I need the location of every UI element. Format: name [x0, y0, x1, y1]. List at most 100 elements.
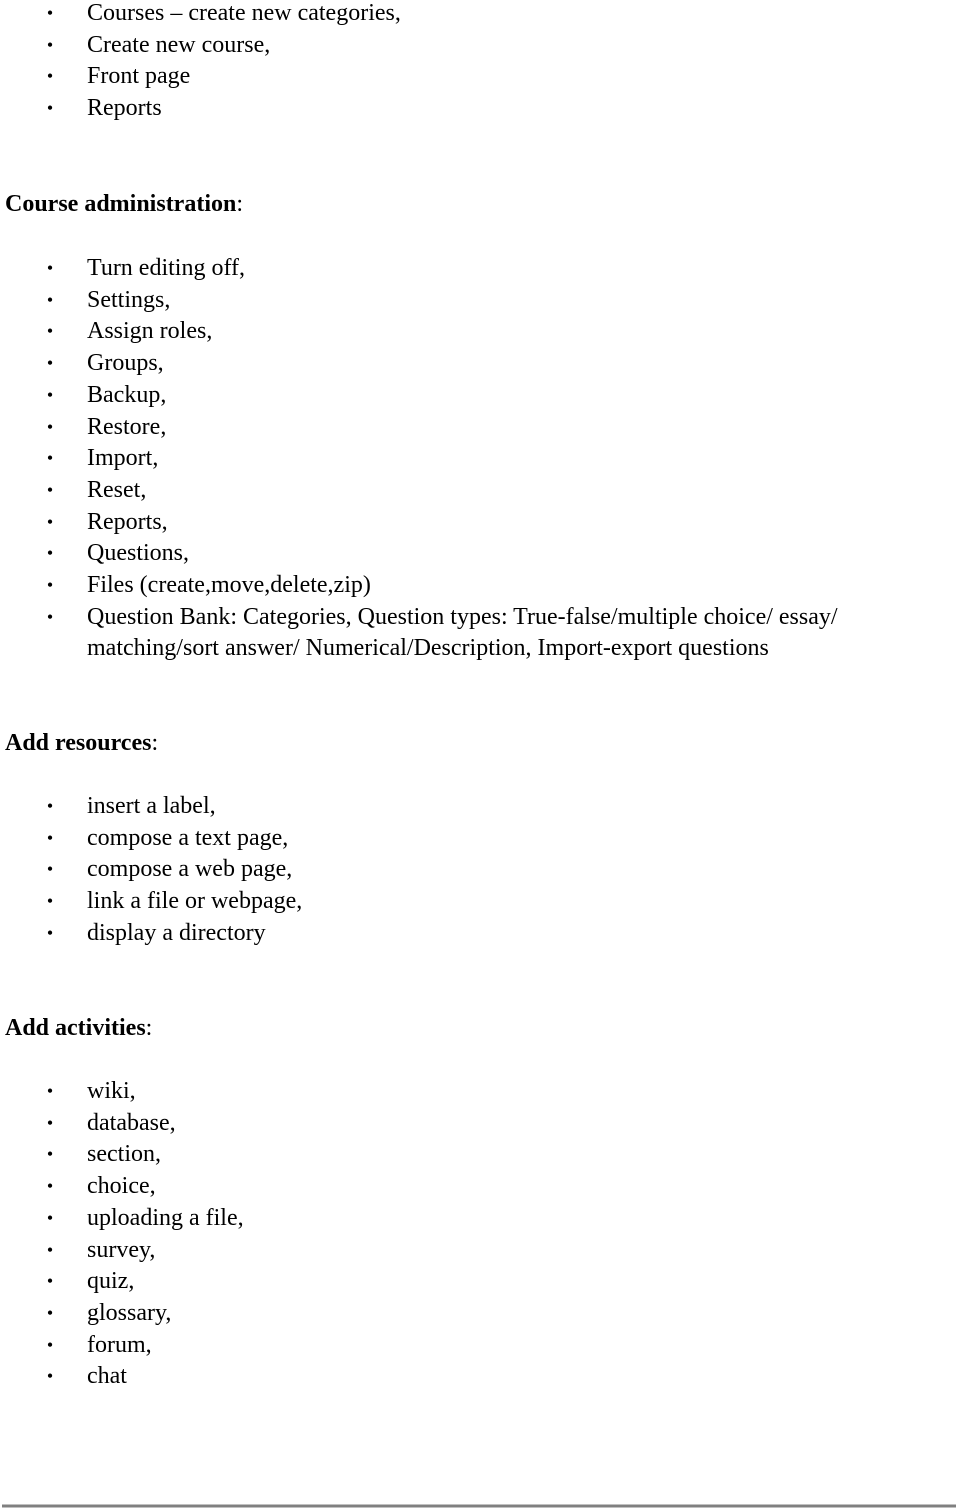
- list-item: • uploading a file,: [0, 1203, 960, 1235]
- list-item-text: Reports,: [87, 508, 168, 535]
- list-item-text: Reset,: [87, 476, 147, 503]
- heading-colon: :: [145, 1015, 153, 1041]
- list-item: • choice,: [0, 1171, 960, 1203]
- list-item-text: Questions,: [87, 540, 189, 567]
- list-item: • survey,: [0, 1235, 960, 1267]
- heading-text: Add activities: [5, 1015, 146, 1041]
- bullet-icon: •: [46, 321, 54, 342]
- bullet-icon: •: [46, 827, 54, 848]
- bullet-icon: •: [46, 66, 54, 87]
- bullet-icon: •: [46, 1366, 54, 1387]
- list-item: • Courses – create new categories,: [0, 0, 960, 30]
- list-item: • Reports: [0, 93, 960, 125]
- list-item-text: Courses – create new categories,: [87, 0, 401, 26]
- list-item-text: Backup,: [87, 381, 167, 408]
- list-item: • insert a label,: [0, 791, 960, 823]
- page-bottom-rule: [2, 1504, 956, 1508]
- list-item: • Settings,: [0, 285, 960, 317]
- list-item-text: quiz,: [87, 1268, 135, 1295]
- list-item: • Reports,: [0, 507, 960, 539]
- list-item-text: chat: [87, 1363, 127, 1390]
- list-item-text: uploading a file,: [87, 1204, 244, 1231]
- bullet-list-course-administration: • Turn editing off, • Settings, • Assign role…: [0, 253, 960, 665]
- bullet-icon: •: [46, 3, 54, 23]
- list-item-text: link a file or webpage,: [87, 888, 303, 915]
- heading-course-administration: Course administration:: [5, 188, 243, 220]
- list-item-text: compose a text page,: [87, 824, 289, 851]
- list-item-text: forum,: [87, 1331, 152, 1358]
- bullet-list-add-resources: • insert a label, • compose a text page, • co…: [0, 791, 960, 950]
- list-item: • database,: [0, 1108, 960, 1140]
- bullet-list-add-activities: • wiki, • database, • section, • choice, • upload…: [0, 1076, 960, 1393]
- bullet-icon: •: [46, 1112, 54, 1133]
- list-item: • Front page: [0, 61, 960, 93]
- list-item-text: Turn editing off,: [87, 255, 246, 281]
- bullet-icon: •: [46, 34, 54, 55]
- list-item-text: survey,: [87, 1236, 156, 1263]
- list-item: • forum,: [0, 1330, 960, 1362]
- list-item-text: wiki,: [87, 1078, 136, 1104]
- bullet-icon: •: [46, 448, 54, 469]
- bullet-icon: •: [46, 289, 54, 310]
- bullet-icon: •: [46, 891, 54, 912]
- bullet-icon: •: [46, 575, 54, 596]
- list-item-text: Reports: [87, 95, 162, 122]
- bullet-icon: •: [46, 1239, 54, 1260]
- list-item-text: section,: [87, 1141, 161, 1168]
- bullet-icon: •: [46, 353, 54, 374]
- list-item: • section,: [0, 1139, 960, 1171]
- list-item-text: display a directory: [87, 919, 266, 946]
- bullet-icon: •: [46, 922, 54, 943]
- list-item-text: Files (create,move,delete,zip): [87, 572, 371, 599]
- list-item: • Question Bank: Categories, Question typ…: [0, 602, 960, 665]
- bullet-icon: •: [46, 606, 54, 627]
- list-item: • Assign roles,: [0, 316, 960, 348]
- list-item-text: Restore,: [87, 413, 167, 440]
- list-item-text: database,: [87, 1109, 176, 1136]
- heading-colon: :: [151, 730, 159, 756]
- bullet-icon: •: [46, 1081, 54, 1101]
- heading-text: Add resources: [5, 730, 152, 756]
- bullet-icon: •: [46, 98, 54, 119]
- bullet-icon: •: [46, 543, 54, 564]
- bullet-icon: •: [46, 1144, 54, 1165]
- list-item-text: glossary,: [87, 1299, 172, 1326]
- bullet-icon: •: [46, 1334, 54, 1355]
- bullet-icon: •: [46, 1176, 54, 1197]
- list-item: • Backup,: [0, 380, 960, 412]
- bullet-icon: •: [46, 416, 54, 437]
- list-item-text: Assign roles,: [87, 318, 213, 345]
- bullet-list-site-admin: • Courses – create new categories, • Create…: [0, 0, 960, 125]
- list-item: • chat: [0, 1361, 960, 1393]
- heading-text: Course administration: [5, 191, 237, 217]
- bullet-icon: •: [46, 1271, 54, 1292]
- list-item: • display a directory: [0, 918, 960, 950]
- bullet-icon: •: [46, 258, 54, 278]
- list-item: • wiki,: [0, 1076, 960, 1108]
- list-item-text: compose a web page,: [87, 856, 293, 883]
- list-item-text: Create new course,: [87, 31, 271, 58]
- list-item-text: Import,: [87, 445, 159, 472]
- list-item: • compose a web page,: [0, 854, 960, 886]
- list-item: • glossary,: [0, 1298, 960, 1330]
- list-item-text: Groups,: [87, 350, 164, 377]
- list-item: • Create new course,: [0, 30, 960, 62]
- list-item: • link a file or webpage,: [0, 886, 960, 918]
- list-item-text: Front page: [87, 63, 191, 90]
- bullet-icon: •: [46, 1207, 54, 1228]
- list-item: • Files (create,move,delete,zip): [0, 570, 960, 602]
- bullet-icon: •: [46, 859, 54, 880]
- list-item-text: Settings,: [87, 286, 171, 313]
- list-item-text: Question Bank: Categories, Question type…: [87, 603, 838, 662]
- list-item: • Reset,: [0, 475, 960, 507]
- heading-colon: :: [236, 191, 244, 217]
- list-item-text: choice,: [87, 1173, 156, 1200]
- bullet-icon: •: [46, 796, 54, 816]
- heading-add-resources: Add resources:: [5, 727, 158, 759]
- list-item: • Groups,: [0, 348, 960, 380]
- list-item: • Import,: [0, 443, 960, 475]
- bullet-icon: •: [46, 511, 54, 532]
- heading-add-activities: Add activities:: [5, 1012, 152, 1044]
- bullet-icon: •: [46, 1302, 54, 1323]
- list-item: • Restore,: [0, 412, 960, 444]
